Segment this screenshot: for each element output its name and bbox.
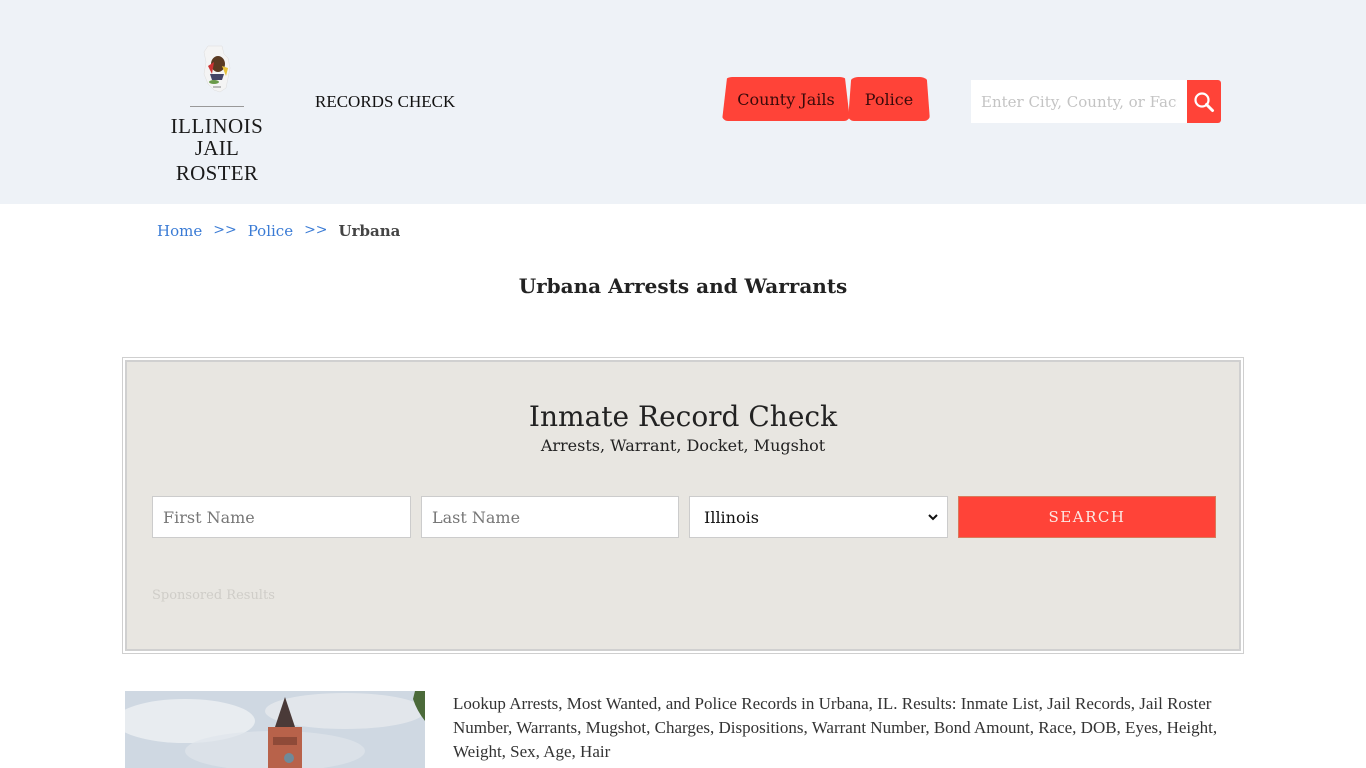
breadcrumb-police[interactable]: Police [248,222,293,240]
logo-text-line2: JAIL ROSTER [175,136,259,185]
record-check-title: Inmate Record Check [528,400,838,433]
breadcrumb-home[interactable]: Home [157,222,202,240]
state-select-value: Illinois [704,507,759,527]
clock-tower-image [125,691,425,768]
nav-tab-county-jails[interactable]: County Jails [722,77,850,121]
chevron-down-icon [928,514,938,521]
page-title: Urbana Arrests and Warrants [518,274,848,298]
search-button[interactable]: SEARCH [958,496,1216,538]
site-logo[interactable]: ILLINOIS JAIL ROSTER [152,44,282,185]
breadcrumb-separator: >> [304,222,328,238]
urbana-photo [125,691,425,768]
page-description: Lookup Arrests, Most Wanted, and Police … [453,694,1218,761]
records-check-link[interactable]: RECORDS CHECK [315,92,455,112]
search-icon [1194,91,1214,112]
breadcrumb-current: Urbana [338,222,401,240]
location-search-button[interactable] [1187,80,1221,123]
state-select[interactable]: Illinois [689,496,948,538]
record-check-form: Inmate Record Check Arrests, Warrant, Do… [125,360,1241,651]
location-search-input[interactable] [971,80,1187,123]
sponsored-results-label: Sponsored Results [152,588,275,603]
first-name-input[interactable] [152,496,411,538]
site-header: ILLINOIS JAIL ROSTER RECORDS CHECK Count… [0,0,1366,204]
illinois-state-seal-icon [203,45,231,93]
nav-tab-police[interactable]: Police [848,77,930,121]
logo-divider [190,106,244,107]
last-name-input[interactable] [421,496,679,538]
inmate-record-check-panel: Inmate Record Check Arrests, Warrant, Do… [122,357,1244,654]
record-check-subtitle: Arrests, Warrant, Docket, Mugshot [540,436,826,455]
breadcrumb-separator: >> [213,222,237,238]
breadcrumb: Home >> Police >> Urbana [157,222,400,240]
